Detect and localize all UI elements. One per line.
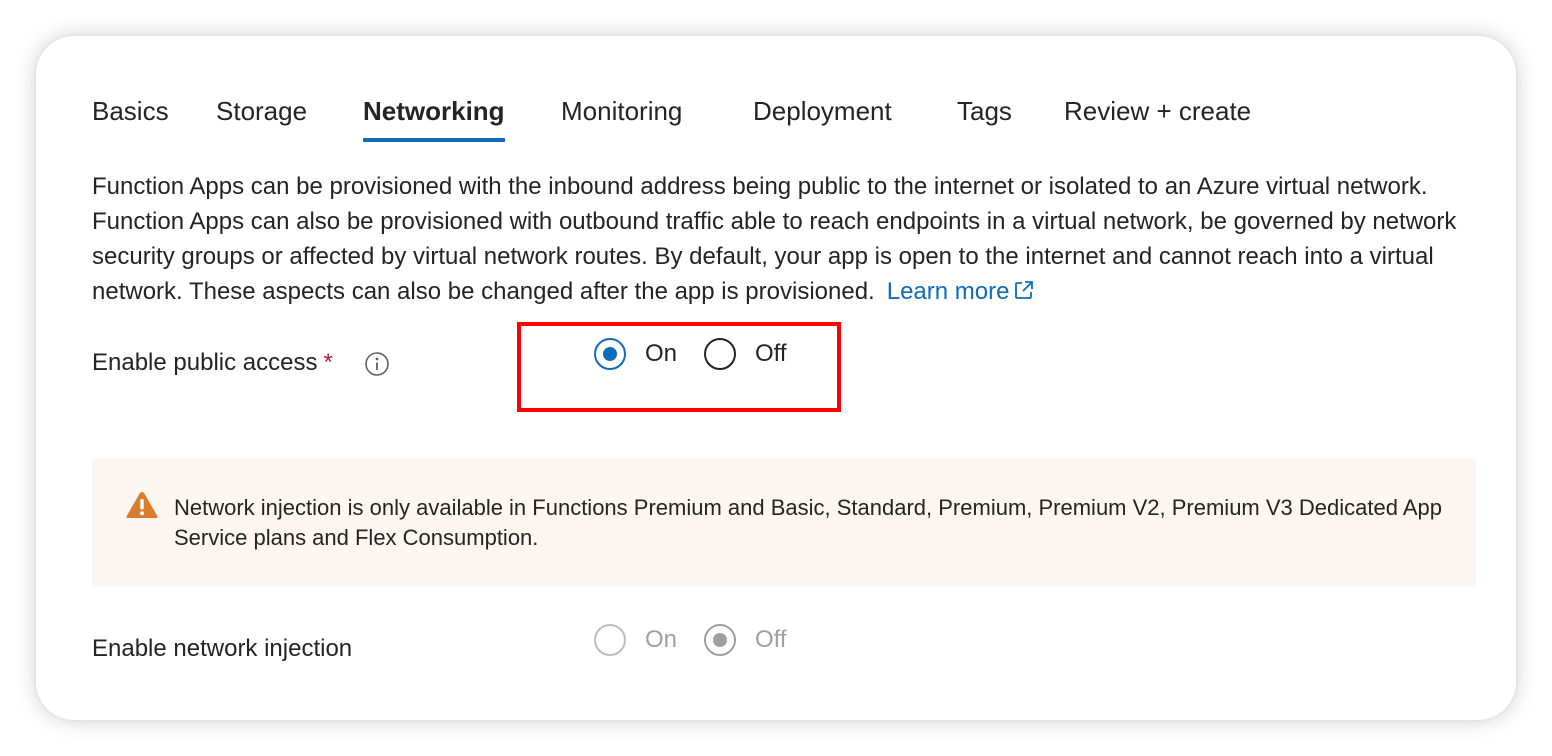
tab-storage[interactable]: Storage (216, 92, 307, 130)
radio-checked-indicator (704, 624, 736, 656)
public-access-on-label: On (645, 340, 678, 367)
tab-networking[interactable]: Networking (363, 92, 505, 142)
radio-unchecked-indicator (594, 624, 626, 656)
public-access-label-text: Enable public access (92, 349, 318, 376)
radio-checked-indicator (594, 338, 626, 370)
public-access-label: Enable public access * (92, 347, 333, 379)
network-injection-label: Enable network injection (92, 635, 353, 662)
tab-review-create[interactable]: Review + create (1064, 92, 1251, 130)
network-injection-off-radio[interactable]: Off (704, 624, 787, 656)
tab-basics[interactable]: Basics (92, 92, 169, 130)
required-indicator: * (323, 349, 333, 376)
tab-deployment[interactable]: Deployment (753, 92, 892, 130)
public-access-on-radio[interactable]: On (594, 338, 677, 370)
network-injection-off-label: Off (755, 626, 787, 653)
external-link-icon (1013, 276, 1035, 311)
warning-message-bar: Network injection is only available in F… (92, 458, 1476, 586)
public-access-off-label: Off (755, 340, 787, 367)
public-access-off-radio[interactable]: Off (704, 338, 787, 370)
radio-unchecked-indicator (704, 338, 736, 370)
info-icon[interactable] (364, 351, 390, 382)
tab-monitoring[interactable]: Monitoring (561, 92, 682, 130)
description-text: Function Apps can be provisioned with th… (92, 173, 1457, 305)
network-injection-on-label: On (645, 626, 678, 653)
learn-more-link[interactable]: Learn more (887, 278, 1036, 305)
tab-tags[interactable]: Tags (957, 92, 1012, 130)
network-injection-on-radio[interactable]: On (594, 624, 677, 656)
warning-icon (125, 490, 159, 525)
networking-panel: Basics Storage Networking Monitoring Dep… (36, 36, 1516, 720)
highlight-annotation-box (517, 322, 841, 412)
warning-text: Network injection is only available in F… (174, 495, 1442, 550)
networking-description: Function Apps can be provisioned with th… (92, 169, 1472, 311)
learn-more-label: Learn more (886, 278, 1010, 305)
